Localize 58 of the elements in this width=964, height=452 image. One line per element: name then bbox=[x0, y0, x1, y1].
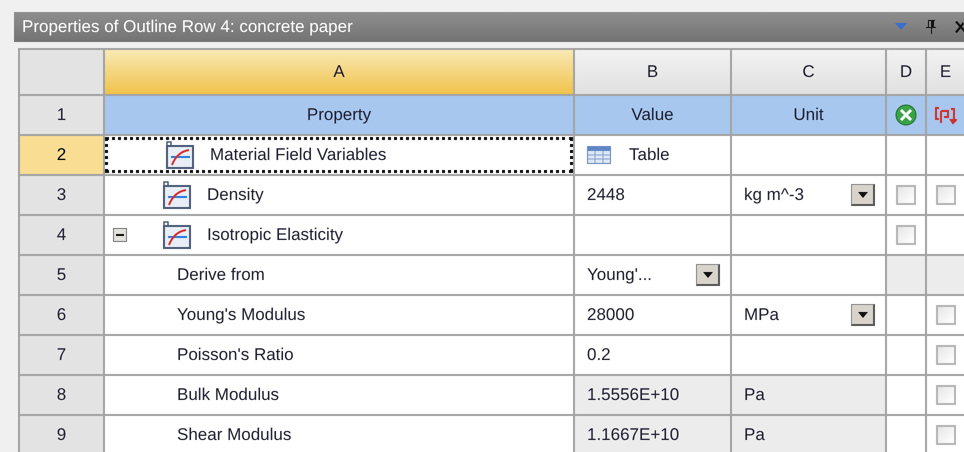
dropdown-button[interactable] bbox=[851, 304, 875, 326]
chart-icon bbox=[166, 141, 194, 169]
row-number: 1 bbox=[19, 95, 104, 135]
cell-value: 0.2 bbox=[587, 344, 611, 366]
chart-icon bbox=[163, 181, 191, 209]
column-header[interactable]: E bbox=[926, 49, 964, 95]
property-name: Poisson's Ratio bbox=[177, 344, 294, 366]
checkbox[interactable] bbox=[936, 345, 956, 365]
property-name: Shear Modulus bbox=[177, 424, 292, 446]
panel-title: Properties of Outline Row 4: concrete paper bbox=[22, 16, 354, 38]
row-number[interactable]: 8 bbox=[56, 385, 66, 404]
circle-x-icon bbox=[895, 104, 917, 126]
cell-value: 2448 bbox=[587, 184, 625, 206]
close-icon[interactable] bbox=[955, 21, 964, 33]
column-header[interactable]: D bbox=[886, 49, 926, 95]
checkbox[interactable] bbox=[936, 425, 956, 445]
dropdown-value[interactable]: MPa bbox=[744, 302, 779, 328]
column-header[interactable]: C bbox=[731, 49, 886, 95]
property-name: Material Field Variables bbox=[210, 144, 386, 166]
row-number[interactable]: 2 bbox=[54, 142, 68, 168]
checkbox[interactable] bbox=[896, 185, 916, 205]
checkbox[interactable] bbox=[936, 385, 956, 405]
column-label: Unit bbox=[731, 95, 886, 135]
column-label: Value bbox=[574, 95, 731, 135]
column-header[interactable]: B bbox=[574, 49, 731, 95]
checkbox[interactable] bbox=[936, 305, 956, 325]
cell-value[interactable]: Table bbox=[629, 142, 670, 168]
dropdown-icon[interactable] bbox=[895, 23, 907, 31]
column-label: Property bbox=[104, 95, 574, 135]
caret-icon bbox=[858, 312, 868, 318]
pin-icon[interactable] bbox=[925, 20, 937, 34]
checkbox[interactable] bbox=[936, 185, 956, 205]
caret-icon bbox=[858, 192, 868, 198]
property-name: Derive from bbox=[177, 264, 265, 286]
swap-icon bbox=[934, 105, 956, 125]
property-name: Young's Modulus bbox=[177, 304, 306, 326]
property-name: Isotropic Elasticity bbox=[207, 224, 344, 246]
caret-icon bbox=[702, 272, 712, 278]
row-number[interactable]: 3 bbox=[56, 185, 66, 204]
row-number[interactable]: 6 bbox=[56, 305, 66, 324]
dropdown-button[interactable] bbox=[851, 184, 875, 206]
collapse-icon[interactable] bbox=[113, 228, 127, 242]
cell-value: Pa bbox=[744, 384, 765, 406]
checkbox[interactable] bbox=[896, 225, 916, 245]
row-number[interactable]: 5 bbox=[56, 265, 66, 284]
cell-value: 28000 bbox=[587, 304, 634, 326]
chart-icon bbox=[163, 221, 191, 249]
cell-value: Pa bbox=[744, 424, 765, 446]
property-name: Density bbox=[207, 184, 264, 206]
dropdown-button[interactable] bbox=[696, 264, 720, 286]
cell-value: 1.5556E+10 bbox=[587, 384, 680, 406]
row-number[interactable]: 4 bbox=[56, 225, 66, 244]
row-number[interactable]: 9 bbox=[56, 425, 66, 444]
cell-value: 1.1667E+10 bbox=[587, 424, 680, 446]
property-name: Bulk Modulus bbox=[177, 384, 280, 406]
column-header[interactable]: A bbox=[104, 49, 574, 95]
table-icon bbox=[587, 146, 611, 164]
row-number[interactable]: 7 bbox=[56, 345, 66, 364]
